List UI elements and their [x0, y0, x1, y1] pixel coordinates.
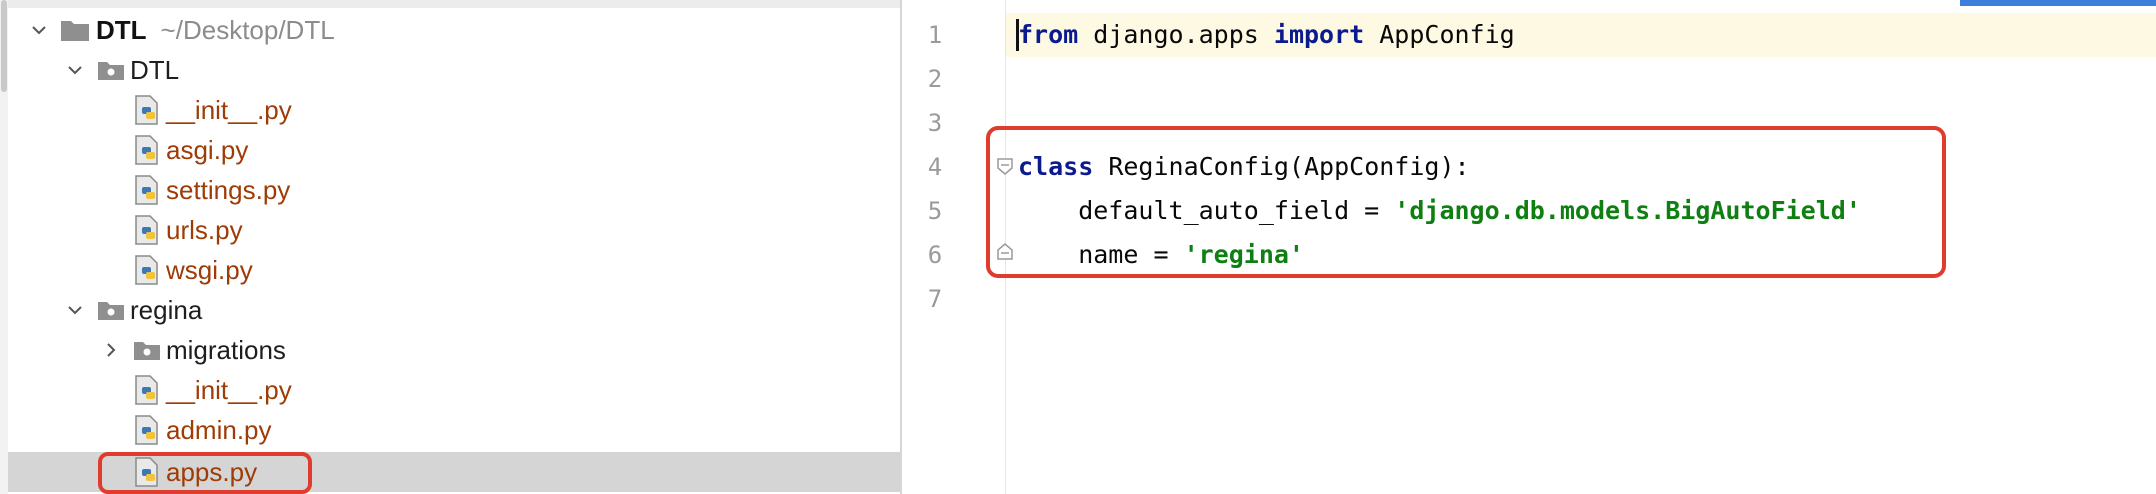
- tree-row-file[interactable]: settings.py: [8, 170, 900, 210]
- chevron-down-icon[interactable]: [24, 10, 54, 50]
- line-number: 6: [927, 241, 943, 269]
- python-file-icon: [130, 410, 164, 450]
- line-number: 5: [927, 197, 943, 225]
- tree-row-regina-package[interactable]: regina: [8, 290, 900, 330]
- tree-label-migrations: migrations: [166, 335, 286, 365]
- line-number: 1: [927, 21, 943, 49]
- package-folder-icon: [94, 290, 128, 330]
- line-number: 7: [927, 285, 943, 313]
- tree-scrollbar-track[interactable]: [0, 0, 8, 494]
- fold-end-icon[interactable]: [996, 243, 1014, 261]
- chevron-down-icon[interactable]: [60, 290, 90, 330]
- fold-start-icon[interactable]: [996, 157, 1014, 175]
- python-file-icon: [130, 130, 164, 170]
- tree-row-file[interactable]: admin.py: [8, 410, 900, 450]
- tree-row-file[interactable]: __init__.py: [8, 90, 900, 130]
- tree-row-migrations-package[interactable]: migrations: [8, 330, 900, 370]
- tree-scrollbar-thumb[interactable]: [1, 0, 7, 92]
- code-line-6[interactable]: name = 'regina': [1018, 233, 1304, 277]
- keyword-import: import: [1273, 20, 1365, 49]
- tree-label-regina: regina: [130, 295, 203, 325]
- tree-label-admin-py: admin.py: [166, 415, 272, 445]
- python-file-icon: [130, 452, 164, 492]
- tree-label-apps-py: apps.py: [166, 457, 258, 487]
- python-file-icon: [130, 90, 164, 130]
- code-token: default_auto_field =: [1018, 196, 1395, 225]
- folder-icon: [58, 10, 92, 50]
- tree-label-regina-init-py: __init__.py: [166, 375, 292, 405]
- package-folder-icon: [130, 330, 164, 370]
- code-editor[interactable]: 1 2 3 4 5 6 7 from django.apps import Ap…: [904, 0, 2156, 494]
- python-file-icon: [130, 210, 164, 250]
- line-number: 3: [927, 109, 943, 137]
- tree-label-dtl: DTL: [130, 55, 180, 85]
- code-token: ReginaConfig(AppConfig):: [1093, 152, 1470, 181]
- text-caret: [1016, 19, 1019, 51]
- code-line-5[interactable]: default_auto_field = 'django.db.models.B…: [1018, 189, 1861, 233]
- line-number: 4: [927, 153, 943, 181]
- code-token: name =: [1018, 240, 1184, 269]
- project-root-path: ~/Desktop/DTL: [160, 15, 335, 45]
- tree-row-dtl-package[interactable]: DTL: [8, 50, 900, 90]
- tree-row-file[interactable]: urls.py: [8, 210, 900, 250]
- tree-label-init-py: __init__.py: [166, 95, 292, 125]
- code-line-1[interactable]: from django.apps import AppConfig: [1018, 13, 1515, 57]
- code-token: django.apps: [1078, 20, 1274, 49]
- string-literal: 'regina': [1183, 240, 1304, 269]
- python-file-icon: [130, 250, 164, 290]
- chevron-right-icon[interactable]: [96, 330, 126, 370]
- python-file-icon: [130, 170, 164, 210]
- line-number: 2: [927, 65, 943, 93]
- tree-label-wsgi-py: wsgi.py: [166, 255, 253, 285]
- tree-row-file[interactable]: asgi.py: [8, 130, 900, 170]
- package-folder-icon: [94, 50, 128, 90]
- code-line-4[interactable]: class ReginaConfig(AppConfig):: [1018, 145, 1470, 189]
- project-tree-panel: DTL ~/Desktop/DTL DTL __init__.py asgi.py…: [0, 0, 902, 494]
- python-file-icon: [130, 370, 164, 410]
- code-token: AppConfig: [1364, 20, 1515, 49]
- tree-row-file[interactable]: __init__.py: [8, 370, 900, 410]
- tree-label-asgi-py: asgi.py: [166, 135, 249, 165]
- chevron-down-icon[interactable]: [60, 50, 90, 90]
- tree-label-urls-py: urls.py: [166, 215, 243, 245]
- string-literal: 'django.db.models.BigAutoField': [1394, 196, 1861, 225]
- editor-progress-indicator: [1960, 0, 2156, 6]
- keyword-from: from: [1018, 20, 1079, 49]
- keyword-class: class: [1018, 152, 1094, 181]
- project-root-label: DTL ~/Desktop/DTL: [96, 10, 335, 50]
- tree-row-apps-py-selected[interactable]: apps.py: [8, 452, 900, 492]
- panel-header-strip: [0, 0, 900, 8]
- tree-label-settings-py: settings.py: [166, 175, 291, 205]
- tree-row-file[interactable]: wsgi.py: [8, 250, 900, 290]
- tree-row-project-root[interactable]: DTL ~/Desktop/DTL: [8, 10, 900, 50]
- project-root-name: DTL: [96, 15, 147, 45]
